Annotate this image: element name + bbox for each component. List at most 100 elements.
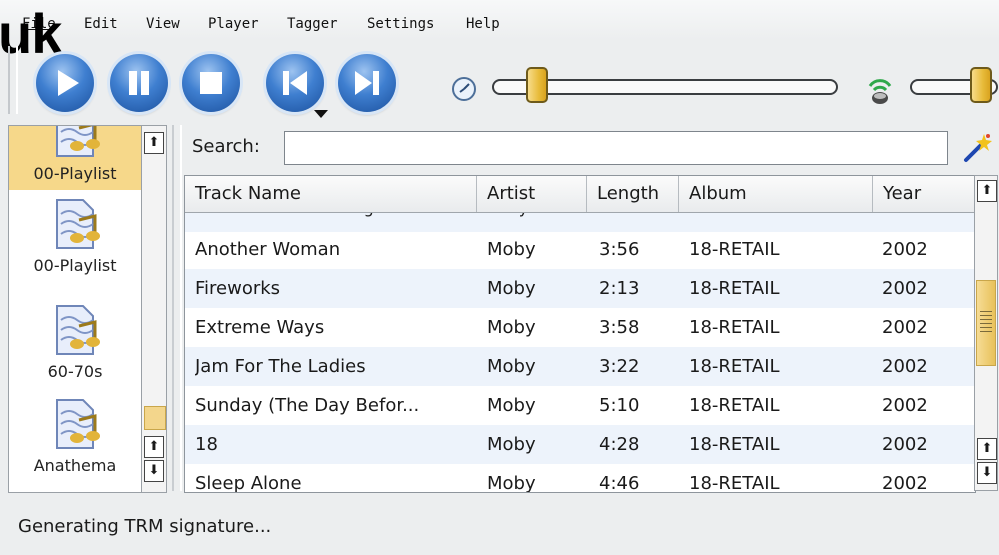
clock-icon: [452, 77, 476, 101]
column-header-length[interactable]: Length: [587, 176, 679, 212]
length-cell: 5:10: [599, 395, 640, 416]
table-row[interactable]: Jam For The Ladies Moby 3:22 18-RETAIL 2002: [185, 347, 975, 386]
table-row[interactable]: Extreme Ways Moby 3:58 18-RETAIL 2002: [185, 308, 975, 347]
scroll-up-arrow-icon[interactable]: ⬆: [144, 436, 164, 458]
table-row[interactable]: One Of These Mornings Moby 3:13 18-RETAI…: [185, 212, 975, 232]
scroll-up-arrow-icon[interactable]: ⬆: [144, 132, 164, 154]
artist-cell: Moby: [487, 356, 536, 377]
table-row[interactable]: Fireworks Moby 2:13 18-RETAIL 2002: [185, 269, 975, 308]
table-header: Track Name Artist Length Album Year: [185, 176, 975, 213]
artist-cell: Moby: [487, 278, 536, 299]
table-row[interactable]: Sleep Alone Moby 4:46 18-RETAIL 2002: [185, 464, 975, 493]
length-cell: 2:13: [599, 278, 640, 299]
volume-icon: [868, 79, 892, 104]
album-cell: 18-RETAIL: [689, 434, 780, 455]
year-cell: 2002: [882, 212, 962, 227]
artist-cell: Moby: [487, 473, 536, 493]
menu-bar: File Edit View Player Tagger Settings He…: [0, 0, 999, 40]
menu-file[interactable]: File: [22, 16, 56, 32]
playlist-scrollbar-thumb[interactable]: [144, 406, 166, 430]
playlist-label: Anathema: [33, 456, 117, 475]
album-cell: 18-RETAIL: [689, 278, 780, 299]
playlist-label: 60-70s: [47, 362, 103, 381]
playlist-list: 00-Playlist 00-Playlist 60-70s Anathema: [8, 125, 142, 493]
year-cell: 2002: [882, 278, 928, 299]
playlist-label: 00-Playlist: [33, 256, 117, 275]
stop-icon: [200, 72, 222, 94]
track-name-cell: Extreme Ways: [195, 317, 325, 338]
artist-cell: Moby: [485, 212, 585, 227]
length-cell: 4:28: [599, 434, 640, 455]
track-name-cell: 18: [195, 434, 218, 455]
track-name-cell: Fireworks: [195, 278, 281, 299]
previous-dropdown-arrow-icon[interactable]: [314, 110, 328, 118]
artist-cell: Moby: [487, 395, 536, 416]
search-label: Search:: [192, 136, 260, 157]
playlist-item[interactable]: Anathema: [9, 396, 141, 488]
panel-splitter[interactable]: [172, 125, 182, 491]
stop-button[interactable]: [182, 54, 240, 112]
column-header-artist[interactable]: Artist: [477, 176, 587, 212]
pause-button[interactable]: [110, 54, 168, 112]
table-scrollbar-thumb[interactable]: [976, 280, 996, 366]
album-cell: 18-RETAIL: [689, 473, 780, 493]
toolbar-grip[interactable]: [8, 46, 18, 114]
length-cell: 3:13: [597, 212, 677, 227]
column-header-album[interactable]: Album: [679, 176, 873, 212]
play-button[interactable]: [36, 54, 94, 112]
table-row[interactable]: 18 Moby 4:28 18-RETAIL 2002: [185, 425, 975, 464]
length-cell: 4:46: [599, 473, 640, 493]
magic-wand-clear-icon[interactable]: [962, 132, 992, 164]
playlist-file-icon: [56, 399, 100, 449]
menu-player[interactable]: Player: [208, 16, 259, 32]
scroll-up-arrow-icon[interactable]: ⬆: [977, 180, 997, 202]
album-cell: 18-RETAIL: [689, 317, 780, 338]
track-name-cell: Sunday (The Day Befor...: [195, 395, 420, 416]
scroll-down-arrow-icon[interactable]: ⬇: [977, 462, 997, 484]
scroll-up-arrow-icon[interactable]: ⬆: [977, 438, 997, 460]
track-name-cell: Jam For The Ladies: [195, 356, 366, 377]
previous-button[interactable]: [266, 54, 324, 112]
table-row[interactable]: Sunday (The Day Befor... Moby 5:10 18-RETAI…: [185, 386, 975, 425]
menu-tagger[interactable]: Tagger: [287, 16, 338, 32]
next-icon: [355, 71, 379, 95]
playlist-item[interactable]: 60-70s: [9, 302, 141, 394]
pause-icon: [129, 71, 149, 95]
length-cell: 3:58: [599, 317, 640, 338]
table-row[interactable]: Another Woman Moby 3:56 18-RETAIL 2002: [185, 230, 975, 269]
column-header-year[interactable]: Year: [873, 176, 975, 212]
artist-cell: Moby: [487, 434, 536, 455]
year-cell: 2002: [882, 395, 928, 416]
next-button[interactable]: [338, 54, 396, 112]
menu-view[interactable]: View: [146, 16, 180, 32]
playlist-item[interactable]: 00-Playlist: [9, 196, 141, 288]
play-icon: [58, 70, 79, 96]
playlist-scrollbar[interactable]: ⬆ ⬆ ⬇: [141, 125, 167, 493]
scrollbar-grip-icon: [980, 311, 992, 335]
playlist-label: 00-Playlist: [33, 164, 117, 183]
album-cell: 18-RETAIL: [689, 356, 780, 377]
year-cell: 2002: [882, 317, 928, 338]
year-cell: 2002: [882, 356, 928, 377]
menu-help[interactable]: Help: [466, 16, 500, 32]
menu-settings[interactable]: Settings: [367, 16, 434, 32]
column-header-track-name[interactable]: Track Name: [185, 176, 477, 212]
track-name-cell: Sleep Alone: [195, 473, 302, 493]
track-name-cell: Another Woman: [195, 239, 341, 260]
scroll-down-arrow-icon[interactable]: ⬇: [144, 460, 164, 482]
track-name-cell: One Of These Mornings: [195, 212, 475, 227]
search-input[interactable]: [284, 131, 948, 165]
artist-cell: Moby: [487, 239, 536, 260]
volume-slider-handle[interactable]: [970, 67, 992, 103]
table-scrollbar[interactable]: ⬆ ⬆ ⬇: [974, 175, 998, 491]
menu-edit[interactable]: Edit: [84, 16, 118, 32]
album-cell: 18-RETAIL: [689, 212, 869, 227]
length-cell: 3:56: [599, 239, 640, 260]
status-text: Generating TRM signature...: [18, 516, 272, 537]
playlist-item[interactable]: 00-Playlist: [9, 126, 141, 190]
playlist-file-icon: [56, 126, 100, 157]
artist-cell: Moby: [487, 317, 536, 338]
playlist-file-icon: [56, 305, 100, 355]
position-slider-handle[interactable]: [526, 67, 548, 103]
year-cell: 2002: [882, 434, 928, 455]
